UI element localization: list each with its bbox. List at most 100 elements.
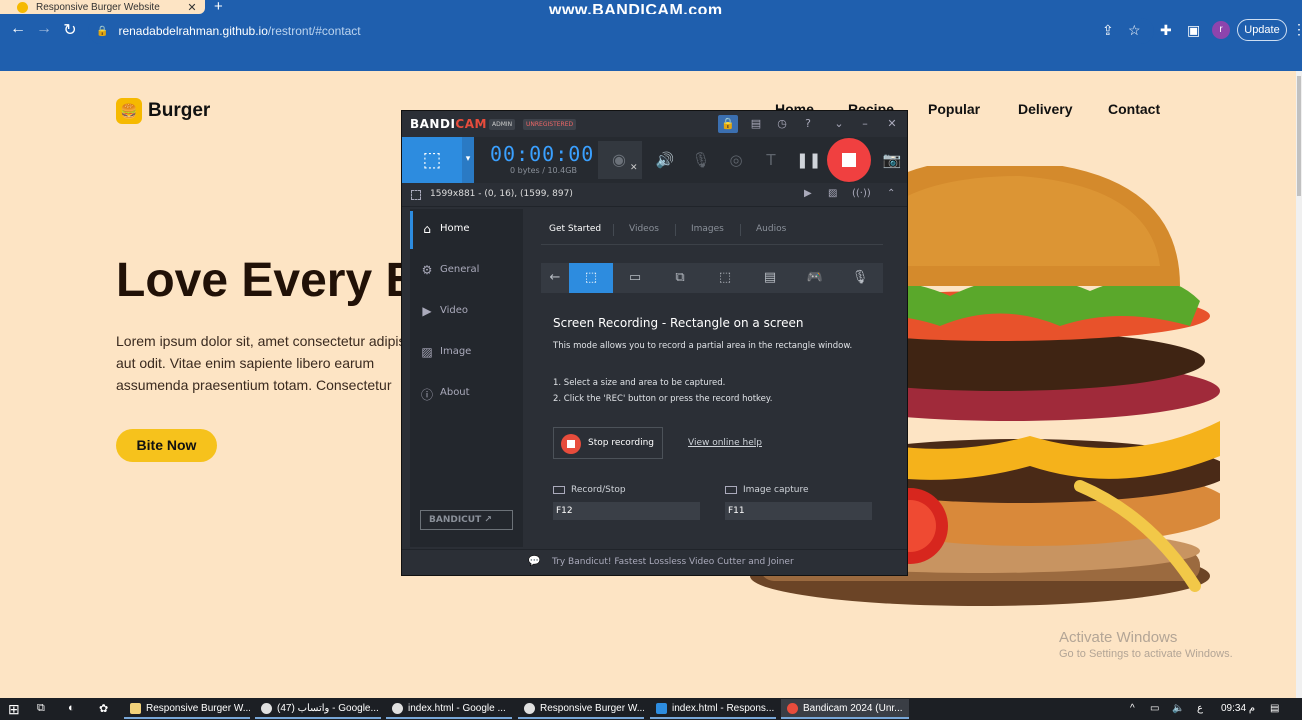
chrome-icon (392, 702, 403, 714)
tab-audios[interactable]: Audios (756, 224, 786, 234)
image-icon[interactable]: ▨ (828, 188, 837, 199)
nav-contact[interactable]: Contact (1108, 101, 1160, 117)
nav-delivery[interactable]: Delivery (1018, 101, 1072, 117)
cursor-effect-icon[interactable]: ◎ (724, 149, 748, 171)
taskbar-item[interactable]: index.html - Respons... (650, 699, 776, 719)
volume-icon[interactable]: 🔈 (1172, 703, 1184, 714)
admin-badge: ADMIN (489, 119, 516, 130)
home-icon: ⌂ (423, 222, 431, 236)
region-coordinates: 1599x881 - (0, 16), (1599, 897) (430, 189, 573, 199)
bookmark-star-icon[interactable]: ☆ (1128, 22, 1141, 39)
microphone-off-icon[interactable]: 🎙 (689, 149, 713, 171)
tab-underline (541, 244, 883, 245)
bandicut-button[interactable]: BANDICUT ↗ (420, 510, 513, 530)
taskbar-item[interactable]: index.html - Google ... (386, 699, 512, 719)
new-tab-button[interactable]: + (214, 0, 223, 15)
collapse-icon[interactable]: ⌄ (829, 115, 849, 133)
tab-separator (740, 224, 741, 236)
share-icon[interactable]: ⇪ (1102, 22, 1114, 39)
extensions-icon[interactable]: ✚ (1160, 22, 1172, 39)
timer-icon[interactable]: ◷ (772, 115, 792, 133)
taskbar-item-label: Bandicam 2024 (Unr... (803, 702, 903, 714)
sidebar-item-about[interactable]: ⓘ About (410, 375, 523, 413)
side-panel-icon[interactable]: ▣ (1187, 22, 1200, 39)
taskbar-item-label: Responsive Burger W... (540, 702, 644, 714)
record-timer: 00:00:00 (490, 142, 595, 166)
address-bar[interactable]: 🔒 renadabdelrahman.github.io /restront/#… (88, 18, 1154, 44)
chat-icon: 💬 (528, 556, 541, 567)
collapse-up-icon[interactable]: ⌃ (887, 188, 895, 199)
taskbar-item[interactable]: Responsive Burger W... (518, 699, 644, 719)
browser-tab[interactable]: Responsive Burger Website ✕ (0, 0, 205, 14)
rectangle-mode-icon[interactable]: ⬚ (569, 263, 613, 293)
tab-close-icon[interactable]: ✕ (185, 1, 199, 14)
pause-icon[interactable]: ❚❚ (796, 149, 821, 171)
broadcast-icon[interactable]: ((·)) (852, 188, 871, 199)
clock[interactable]: 09:34 م (1221, 703, 1255, 714)
back-arrow-icon[interactable]: ← (541, 263, 569, 293)
sidebar-item-label: Image (440, 346, 472, 357)
profile-avatar[interactable]: r (1212, 21, 1230, 39)
view-online-help-link[interactable]: View online help (688, 438, 762, 448)
stop-recording-label: Stop recording (588, 438, 654, 448)
bandicam-footer[interactable]: 💬 Try Bandicut! Fastest Lossless Video C… (402, 549, 907, 575)
lock-icon: 🔒 (96, 25, 109, 37)
menu-kebab-icon[interactable]: ⋮ (1292, 21, 1302, 38)
reload-icon[interactable]: ↻ (60, 20, 80, 40)
bandicut-promo: Try Bandicut! Fastest Lossless Video Cut… (552, 557, 794, 567)
mode-dropdown-chevron-icon[interactable]: ▾ (462, 137, 474, 183)
webcam-off-icon[interactable]: ◉ ✕ (598, 141, 642, 179)
edge-icon[interactable]: ◐ (68, 702, 75, 714)
audio-mode-icon[interactable]: 🎙 (838, 263, 882, 293)
text-overlay-icon[interactable]: T (759, 149, 783, 171)
stop-recording-button[interactable]: Stop recording (553, 427, 663, 459)
site-logo[interactable]: 🍔 Burger (116, 98, 210, 124)
windows-start-icon[interactable]: ⊞ (8, 701, 20, 718)
tab-videos[interactable]: Videos (629, 224, 659, 234)
mode-selector: ← ⬚ ▭ ⧉ ⬚ ▤ 🎮 🎙 (541, 263, 883, 293)
sidebar-item-image[interactable]: ▨ Image (410, 334, 523, 372)
url-path: /restront/#contact (267, 24, 361, 38)
sidebar-item-video[interactable]: ▶ Video (410, 293, 523, 331)
language-indicator[interactable]: ع (1197, 703, 1203, 714)
hotkey-record-field[interactable]: F12 (553, 502, 700, 520)
speaker-icon[interactable]: 🔊 (653, 149, 677, 171)
stop-record-button[interactable] (827, 138, 871, 182)
forward-icon[interactable]: → (34, 20, 54, 38)
hotkey-image-field[interactable]: F11 (725, 502, 872, 520)
update-button[interactable]: Update (1237, 19, 1287, 41)
help-icon[interactable]: ? (798, 115, 818, 133)
taskbar-item[interactable]: Bandicam 2024 (Unr... (781, 699, 909, 719)
task-view-icon[interactable]: ⧉ (37, 702, 45, 715)
fullscreen-mode-icon[interactable]: ▭ (613, 263, 657, 293)
record-video-icon[interactable]: ▶ (804, 188, 812, 199)
lock-icon[interactable]: 🔒 (718, 115, 738, 133)
device-mode-icon[interactable]: ▤ (748, 263, 792, 293)
notification-icon[interactable]: ▤ (1270, 703, 1279, 714)
taskbar-item[interactable]: Responsive Burger W... (124, 699, 250, 719)
windows-activation-notice: Activate Windows Go to Settings to activ… (1059, 629, 1233, 660)
tab-images[interactable]: Images (691, 224, 724, 234)
sidebar-item-general[interactable]: ⚙ General (410, 252, 523, 290)
tab-get-started[interactable]: Get Started (549, 224, 601, 234)
nav-popular[interactable]: Popular (928, 101, 980, 117)
battery-icon[interactable]: ▭ (1150, 703, 1159, 714)
scrollbar-thumb[interactable] (1297, 76, 1301, 196)
around-mouse-mode-icon[interactable]: ⬚ (703, 263, 747, 293)
game-mode-icon[interactable]: 🎮 (793, 263, 837, 293)
close-icon[interactable]: ✕ (882, 115, 902, 133)
sidebar-item-home[interactable]: ⌂ Home (410, 211, 523, 249)
taskbar-item-label: Responsive Burger W... (146, 702, 250, 714)
rectangle-mode-icon[interactable]: ⬚ (402, 137, 462, 183)
bite-now-button[interactable]: Bite Now (116, 429, 217, 462)
app-icon[interactable]: ✿ (99, 702, 108, 715)
back-icon[interactable]: ← (8, 20, 28, 38)
taskbar-item[interactable]: (47) واتساب - Google... (255, 699, 381, 719)
minimize-icon[interactable]: – (855, 115, 875, 133)
screenshot-camera-icon[interactable]: 📷 (880, 149, 904, 171)
window-lock-mode-icon[interactable]: ⧉ (658, 263, 702, 293)
folder-icon[interactable]: ▤ (746, 115, 766, 133)
taskbar-item-label: index.html - Respons... (672, 702, 775, 714)
step-two: 2. Click the 'REC' button or press the r… (553, 394, 773, 404)
tray-chevron-icon[interactable]: ^ (1130, 703, 1135, 714)
